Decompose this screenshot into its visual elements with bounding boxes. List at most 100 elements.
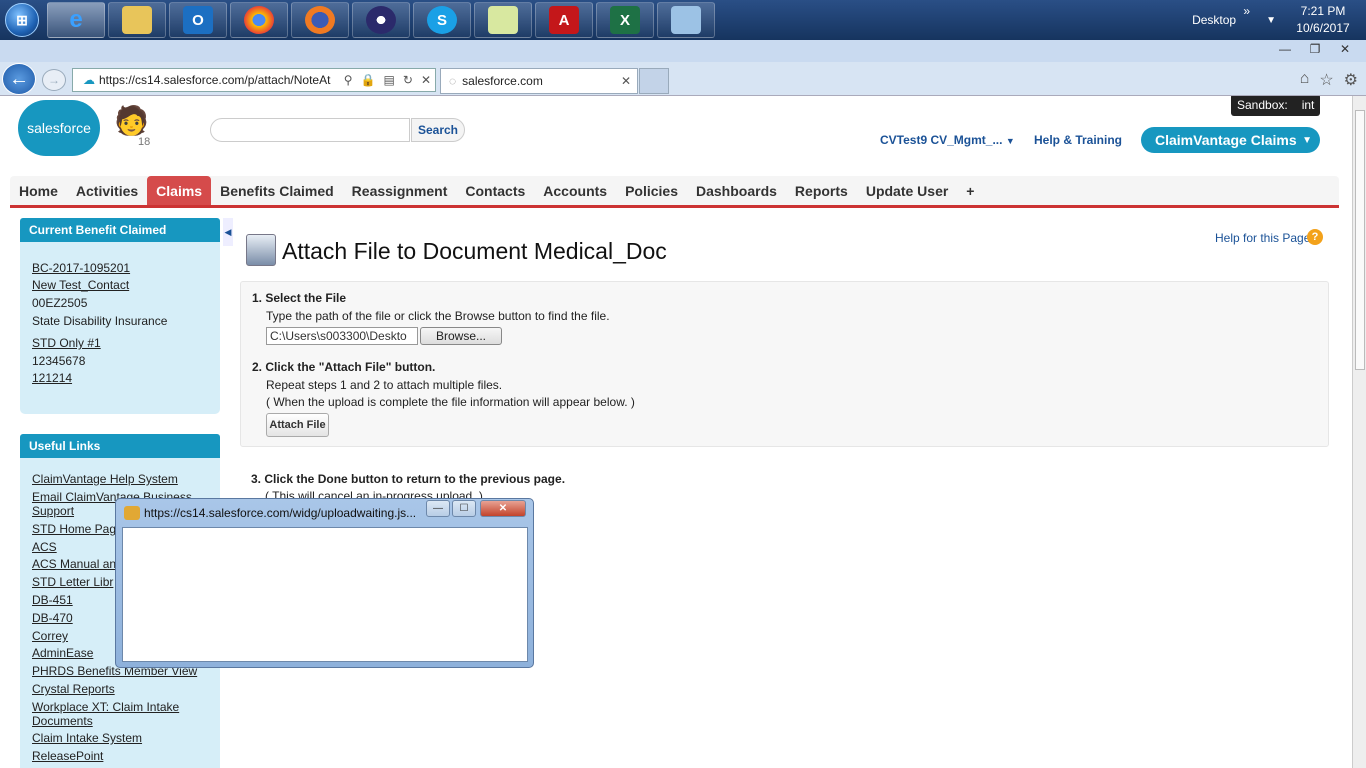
lock-icon[interactable]: 🔒 [361, 73, 376, 87]
excel-icon: X [610, 6, 640, 34]
taskbar-explorer-button[interactable] [108, 2, 166, 38]
help-question-icon[interactable]: ? [1307, 229, 1323, 245]
useful-link[interactable]: ACS [32, 540, 57, 554]
nav-tab-reports[interactable]: Reports [786, 176, 857, 205]
useful-link[interactable]: AdminEase [32, 646, 93, 660]
salesforce-logo[interactable]: salesforce [18, 100, 100, 156]
app-menu-label: ClaimVantage Claims [1155, 132, 1297, 148]
chrome-icon [244, 6, 274, 34]
useful-link[interactable]: STD Letter Libr [32, 575, 113, 589]
new-tab-button[interactable] [639, 68, 669, 94]
desktop-toolbar-label[interactable]: Desktop [1192, 13, 1236, 27]
taskbar-app-button[interactable] [657, 2, 715, 38]
restore-icon[interactable]: ❐ [1304, 42, 1326, 56]
help-for-page-link[interactable]: Help for this Page [1215, 231, 1310, 245]
nav-tab-update-user[interactable]: Update User [857, 176, 957, 205]
toolbar-expand-icon[interactable]: » [1243, 4, 1250, 18]
step2-note: ( When the upload is complete the file i… [266, 395, 635, 409]
useful-link[interactable]: ACS Manual an [32, 557, 116, 571]
useful-links-header: Useful Links [20, 434, 220, 458]
upload-waiting-popup: https://cs14.salesforce.com/widg/uploadw… [115, 498, 534, 668]
useful-link[interactable]: DB-451 [32, 593, 73, 607]
clock-date: 10/6/2017 [1296, 21, 1350, 35]
back-button[interactable]: ← [2, 63, 36, 95]
taskbar-chrome-button[interactable] [230, 2, 288, 38]
start-button[interactable]: ⊞ [0, 0, 44, 40]
useful-link[interactable]: ClaimVantage Help System [32, 472, 178, 486]
nav-tab-dashboards[interactable]: Dashboards [687, 176, 786, 205]
taskbar-skype-button[interactable]: S [413, 2, 471, 38]
stop-icon[interactable]: ✕ [421, 73, 431, 87]
useful-link[interactable]: Workplace XT: Claim Intake [32, 700, 179, 714]
taskbar-eclipse-button[interactable] [352, 2, 410, 38]
useful-link[interactable]: Support [32, 504, 74, 518]
useful-link[interactable]: Documents [32, 714, 93, 728]
gear-icon[interactable]: ⚙ [1344, 70, 1358, 90]
current-benefit-panel: BC-2017-1095201 New Test_Contact 00EZ250… [20, 242, 220, 414]
step3-title: 3. Click the Done button to return to th… [251, 472, 566, 486]
useful-link[interactable]: Correy [32, 629, 68, 643]
nav-tab-activities[interactable]: Activities [67, 176, 147, 205]
benefit-claimed-link[interactable]: BC-2017-1095201 [32, 261, 130, 275]
taskbar-acrobat-button[interactable]: A [535, 2, 593, 38]
nav-tab-more[interactable]: + [957, 176, 983, 205]
main-nav-tabs: Home Activities Claims Benefits Claimed Reas… [10, 176, 1339, 208]
browse-button[interactable]: Browse... [420, 327, 502, 345]
user-menu[interactable]: CVTest9 CV_Mgmt_... ▼ [880, 133, 1015, 147]
clock-time: 7:21 PM [1300, 4, 1346, 18]
mascot-count: 18 [138, 136, 151, 148]
sidebar-collapse-icon[interactable]: ◀ [223, 218, 233, 246]
help-training-link[interactable]: Help & Training [1034, 133, 1122, 147]
taskbar-notes-button[interactable] [474, 2, 532, 38]
clock[interactable]: 7:21 PM 10/6/2017 [1288, 3, 1358, 37]
benefit-type: State Disability Insurance [32, 314, 168, 328]
nav-tab-benefits-claimed[interactable]: Benefits Claimed [211, 176, 343, 205]
useful-link[interactable]: ReleasePoint [32, 749, 103, 763]
useful-link[interactable]: STD Home Pag [32, 522, 116, 536]
nav-tab-claims[interactable]: Claims [147, 176, 212, 205]
account-link[interactable]: 121214 [32, 371, 72, 385]
browser-tab[interactable]: ◌ salesforce.com ✕ [440, 68, 638, 94]
app-menu-button[interactable]: ClaimVantage Claims ▼ [1141, 127, 1320, 153]
home-icon[interactable]: ⌂ [1300, 70, 1310, 90]
attach-file-button[interactable]: Attach File [266, 413, 329, 437]
refresh-icon[interactable]: ↻ [403, 73, 413, 87]
tab-title: salesforce.com [462, 74, 543, 88]
contact-link[interactable]: New Test_Contact [32, 278, 129, 292]
useful-link[interactable]: DB-470 [32, 611, 73, 625]
tab-close-icon[interactable]: ✕ [621, 74, 631, 88]
popup-minimize-icon[interactable]: — [426, 500, 450, 517]
folder-icon [122, 6, 152, 34]
popup-maximize-icon[interactable]: ☐ [452, 500, 476, 517]
close-icon[interactable]: ✕ [1334, 42, 1356, 56]
favorites-star-icon[interactable]: ☆ [1319, 70, 1333, 90]
page-scrollbar[interactable] [1352, 96, 1366, 768]
taskbar-excel-button[interactable]: X [596, 2, 654, 38]
useful-link[interactable]: Crystal Reports [32, 682, 115, 696]
taskbar-ie-button[interactable]: e [47, 2, 105, 38]
url-field[interactable]: ☁ https://cs14.salesforce.com/p/attach/N… [72, 68, 436, 92]
policy-link[interactable]: STD Only #1 [32, 336, 101, 350]
file-path-input[interactable]: C:\Users\s003300\Deskto [266, 327, 418, 345]
chevron-down-icon: ▼ [1302, 134, 1312, 146]
useful-link[interactable]: Claim Intake System [32, 731, 142, 745]
minimize-icon[interactable]: — [1274, 42, 1296, 56]
forward-button[interactable]: → [42, 69, 66, 91]
search-button[interactable]: Search [411, 118, 465, 142]
nav-tab-contacts[interactable]: Contacts [456, 176, 534, 205]
skype-icon: S [427, 6, 457, 34]
nav-tab-home[interactable]: Home [10, 176, 67, 205]
sandbox-value: int [1301, 98, 1315, 112]
tray-arrow-icon[interactable]: ▼ [1266, 15, 1276, 26]
taskbar-outlook-button[interactable]: O [169, 2, 227, 38]
search-icon[interactable]: ⚲ [344, 73, 353, 87]
site-favicon-icon: ☁ [83, 73, 95, 87]
scrollbar-thumb[interactable] [1355, 110, 1365, 370]
search-input[interactable] [210, 118, 410, 142]
nav-tab-accounts[interactable]: Accounts [534, 176, 616, 205]
nav-tab-reassignment[interactable]: Reassignment [343, 176, 457, 205]
taskbar-firefox-button[interactable] [291, 2, 349, 38]
popup-close-button[interactable]: ✕ [480, 500, 526, 517]
nav-tab-policies[interactable]: Policies [616, 176, 687, 205]
compat-icon[interactable]: ▤ [384, 73, 395, 87]
